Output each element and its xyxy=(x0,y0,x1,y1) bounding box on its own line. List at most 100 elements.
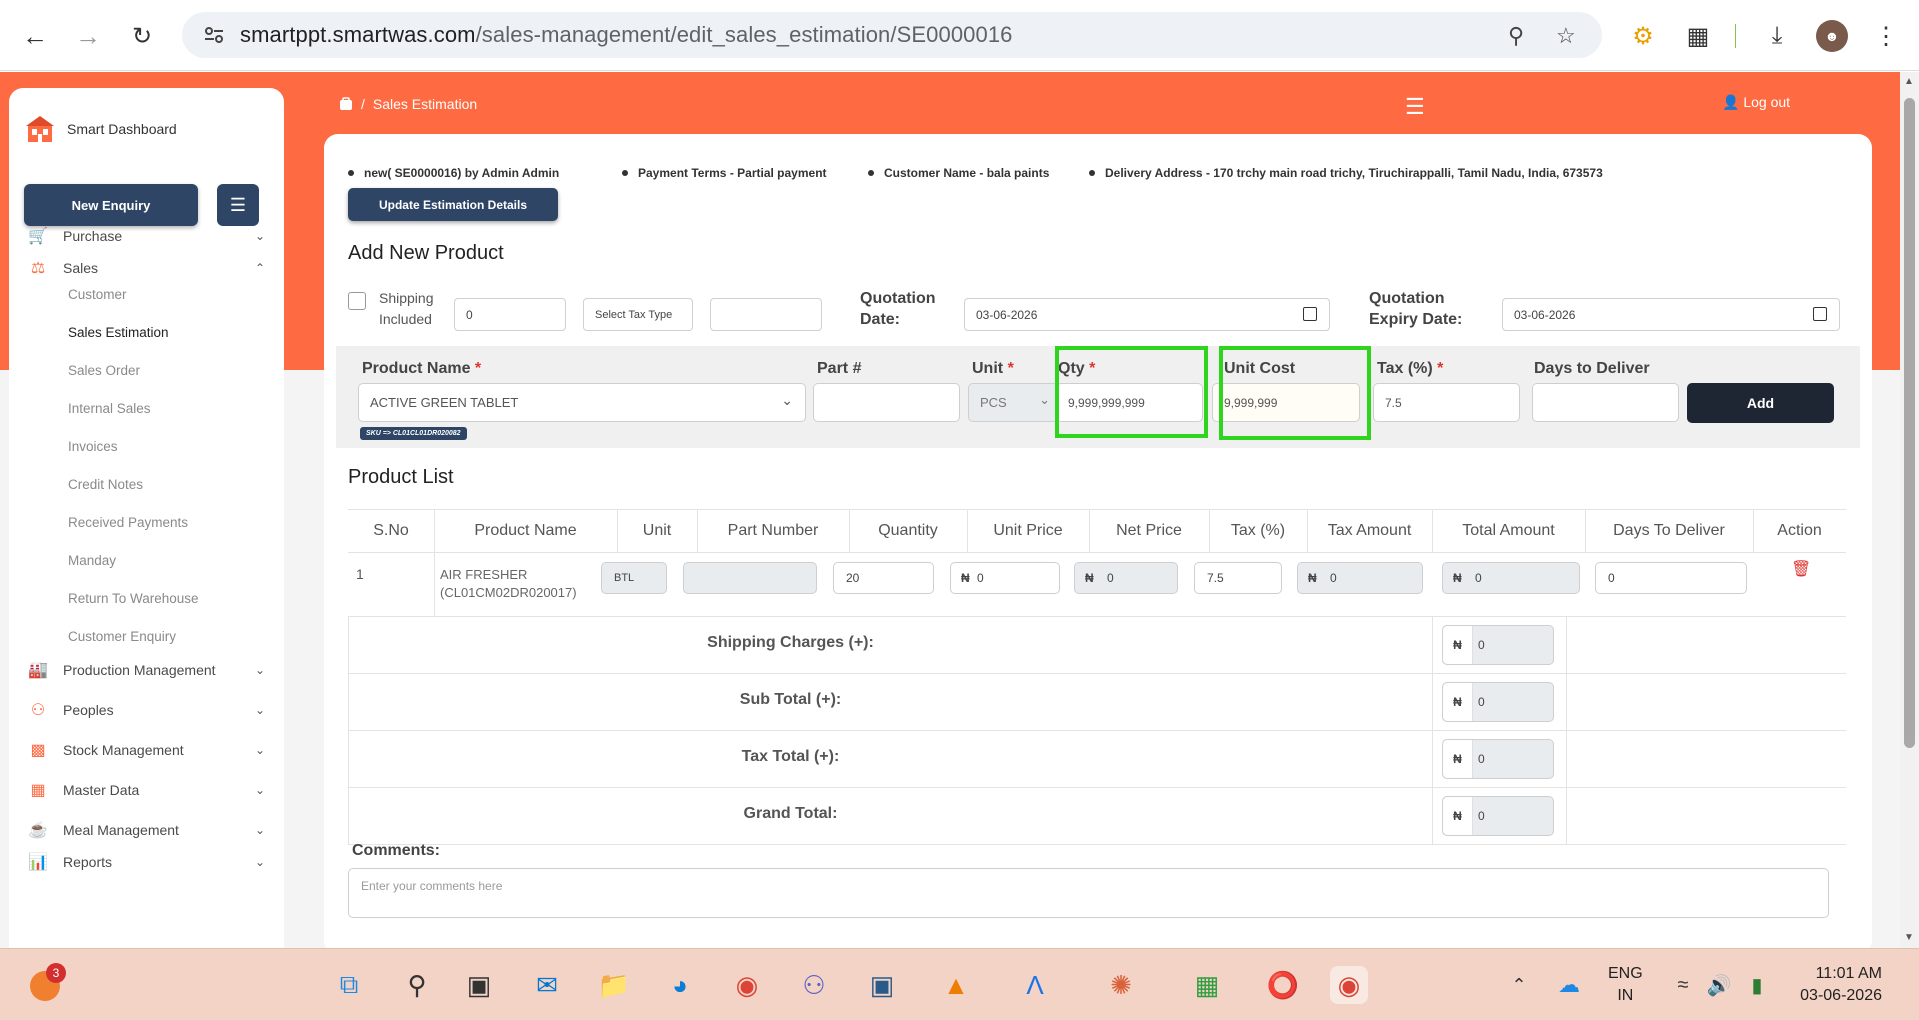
add-button[interactable]: Add xyxy=(1687,383,1834,423)
edge-icon[interactable]: ◕ xyxy=(661,966,699,1004)
chevron-down-icon: ⌄ xyxy=(781,392,793,408)
volume-icon[interactable]: 🔊 xyxy=(1700,966,1738,1004)
payment-terms: Payment Terms - Partial payment xyxy=(622,166,827,180)
profile-avatar[interactable]: ☻ xyxy=(1816,20,1848,52)
download-icon[interactable]: ⤓ xyxy=(1761,20,1793,52)
page-scrollbar[interactable]: ▲ ▼ xyxy=(1900,72,1919,948)
trash-icon[interactable]: 🗑 xyxy=(1791,559,1811,579)
table-border xyxy=(1432,509,1433,552)
sidebar-sub-customer-enquiry[interactable]: Customer Enquiry xyxy=(68,629,176,644)
breadcrumb: / Sales Estimation xyxy=(339,96,477,112)
sidebar-sub-return-to-warehouse[interactable]: Return To Warehouse xyxy=(68,591,199,606)
anydesk-icon[interactable]: Λ xyxy=(1016,966,1054,1004)
sidebar-sub-received-payments[interactable]: Received Payments xyxy=(68,515,188,530)
language-indicator[interactable]: ENG IN xyxy=(1608,963,1643,1007)
quotation-date-input[interactable]: 03-06-2026 xyxy=(964,298,1330,331)
sidebar-sub-internal-sales[interactable]: Internal Sales xyxy=(68,401,151,416)
battery-icon[interactable]: ▮ xyxy=(1738,966,1776,1004)
zoom-icon[interactable]: ⚲ xyxy=(1508,23,1524,49)
expiry-date-label: Quotation Expiry Date: xyxy=(1369,290,1463,328)
chevron-down-icon: ⌄ xyxy=(254,783,266,797)
home-icon[interactable] xyxy=(339,97,353,111)
logout-button[interactable]: 👤 Log out xyxy=(1722,94,1790,111)
shipping-checkbox[interactable] xyxy=(348,292,366,310)
chrome-icon[interactable]: ◉ xyxy=(728,966,766,1004)
brand[interactable]: Smart Dashboard xyxy=(25,114,177,144)
sidebar-item-master-data[interactable]: ▦ Master Data ⌄ xyxy=(27,776,267,804)
back-icon[interactable]: ← xyxy=(17,18,53,54)
table-border xyxy=(1209,509,1210,552)
outlook-icon[interactable]: ✉ xyxy=(528,966,566,1004)
sidebar-item-meal[interactable]: ☕ Meal Management ⌄ xyxy=(27,816,267,844)
col-tax: Tax (%) xyxy=(1230,522,1286,539)
app-icon[interactable]: 3 xyxy=(30,963,66,1001)
extension-icon[interactable]: ⚙ xyxy=(1627,20,1659,52)
add-product-title: Add New Product xyxy=(348,242,504,264)
unit-select[interactable]: PCS ⌄ xyxy=(968,383,1059,422)
chrome-active-icon[interactable]: ◉ xyxy=(1330,966,1368,1004)
part-input[interactable] xyxy=(813,383,960,422)
site-info-icon[interactable] xyxy=(202,23,226,47)
sidebar-sub-sales-order[interactable]: Sales Order xyxy=(68,363,140,378)
sidebar-sub-invoices[interactable]: Invoices xyxy=(68,439,118,454)
onedrive-icon[interactable]: ☁ xyxy=(1550,966,1588,1004)
table-border xyxy=(1566,616,1567,844)
sidebar-item-production[interactable]: 🏭 Production Management ⌄ xyxy=(27,656,267,684)
product-name-select[interactable]: ACTIVE GREEN TABLET ⌄ xyxy=(358,383,806,422)
wifi-icon[interactable]: ≈ xyxy=(1664,966,1702,1004)
sidebar-sub-credit-notes[interactable]: Credit Notes xyxy=(68,477,143,492)
teams-icon[interactable]: ⚇ xyxy=(795,966,833,1004)
windows-start-icon[interactable]: ⧉ xyxy=(330,966,368,1004)
opera-icon[interactable]: ⭕ xyxy=(1264,966,1302,1004)
search-icon[interactable]: ⚲ xyxy=(398,966,436,1004)
sidebar-item-peoples[interactable]: ⚇ Peoples ⌄ xyxy=(27,696,267,724)
chevron-down-icon: ⌄ xyxy=(254,823,266,837)
hamburger-icon[interactable]: ☰ xyxy=(1405,94,1425,120)
menu-kebab-icon[interactable]: ⋮ xyxy=(1870,20,1902,52)
row-days-input[interactable]: 0 xyxy=(1595,562,1747,594)
update-estimation-button[interactable]: Update Estimation Details xyxy=(348,188,558,221)
calendar-icon[interactable] xyxy=(1813,307,1827,321)
new-enquiry-button[interactable]: New Enquiry xyxy=(24,184,198,226)
expiry-date-input[interactable]: 03-06-2026 xyxy=(1502,298,1840,331)
forward-icon[interactable]: → xyxy=(70,18,106,54)
bookmark-star-icon[interactable]: ☆ xyxy=(1556,23,1576,49)
calendar-icon[interactable] xyxy=(1303,307,1317,321)
task-view-icon[interactable]: ▣ xyxy=(460,966,498,1004)
menu-toggle-button[interactable]: ☰ xyxy=(217,184,259,226)
address-bar[interactable]: smartppt.smartwas.com/sales-management/e… xyxy=(182,12,1602,58)
vlc-icon[interactable]: ▲ xyxy=(937,966,975,1004)
scrollbar-thumb[interactable] xyxy=(1904,98,1915,748)
comments-textarea[interactable]: Enter your comments here xyxy=(348,868,1829,918)
breadcrumb-separator: / xyxy=(361,96,365,112)
tax-input[interactable]: 7.5 xyxy=(1373,383,1520,422)
tax-total-label: Tax Total (+): xyxy=(741,748,840,765)
reload-icon[interactable]: ↻ xyxy=(124,18,160,54)
sidebar-sub-sales-estimation[interactable]: Sales Estimation xyxy=(68,325,169,340)
shipping-input[interactable]: 0 xyxy=(454,298,566,331)
row-quantity-input[interactable]: 20 xyxy=(833,562,934,594)
scroll-down-icon[interactable]: ▼ xyxy=(1904,932,1914,943)
tax-value-input[interactable] xyxy=(710,298,822,331)
sidebar-item-reports[interactable]: 📊 Reports ⌄ xyxy=(27,848,267,876)
sidebar-item-purchase[interactable]: 🛒 Purchase ⌄ xyxy=(27,222,267,250)
scroll-up-icon[interactable]: ▲ xyxy=(1904,76,1914,87)
days-input[interactable] xyxy=(1532,383,1679,422)
mysql-workbench-icon[interactable]: ▣ xyxy=(863,966,901,1004)
sidebar-sub-manday[interactable]: Manday xyxy=(68,553,116,568)
row-unit-price-input[interactable]: ₦ 0 xyxy=(950,562,1060,594)
app-grid-icon[interactable]: ▦ xyxy=(1188,966,1226,1004)
clock[interactable]: 11:01 AM 03-06-2026 xyxy=(1782,963,1882,1007)
table-border xyxy=(1432,616,1433,844)
sidebar-item-sales[interactable]: ⚖ Sales ⌃ xyxy=(27,254,267,282)
file-explorer-icon[interactable]: 📁 xyxy=(595,966,633,1004)
chevron-up-icon[interactable]: ⌃ xyxy=(1500,966,1538,1004)
extensions-puzzle-icon[interactable]: ▦ xyxy=(1682,20,1714,52)
claude-icon[interactable]: ✺ xyxy=(1102,966,1140,1004)
row-part-number[interactable] xyxy=(683,562,817,594)
tax-type-select[interactable]: Select Tax Type xyxy=(583,298,693,331)
sidebar-sub-customer[interactable]: Customer xyxy=(68,287,127,302)
row-tax-input[interactable]: 7.5 xyxy=(1194,562,1282,594)
table-border xyxy=(1089,509,1090,552)
sidebar-item-stock[interactable]: ▩ Stock Management ⌄ xyxy=(27,736,267,764)
